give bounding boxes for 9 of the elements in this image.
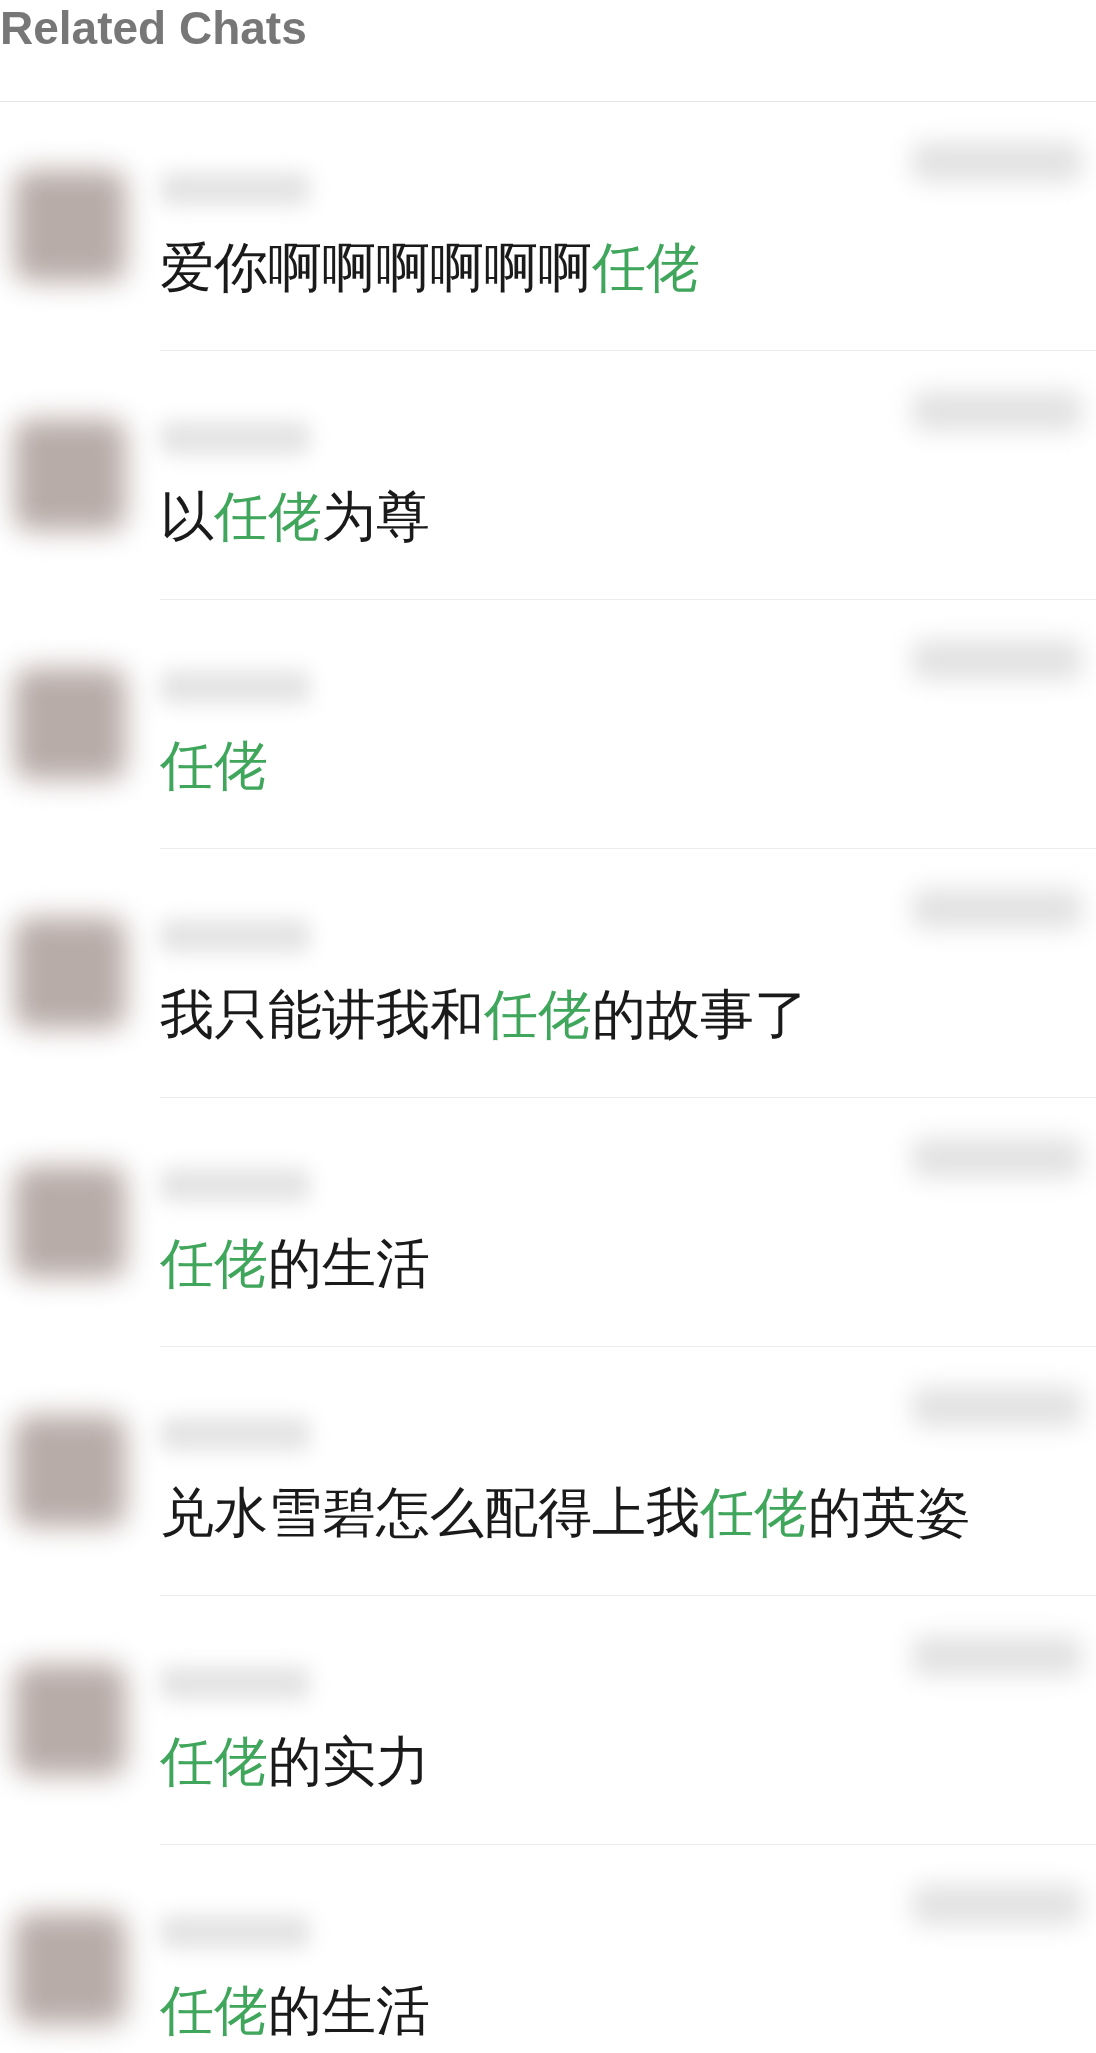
message-text: 兑水雪碧怎么配得上我任佬的英姿 [160, 1480, 971, 1546]
message-text: 任佬 [160, 733, 269, 799]
message-text: 爱你啊啊啊啊啊啊任佬 [160, 235, 701, 301]
message-text: 以任佬为尊 [160, 484, 431, 550]
message-text: 任佬的生活 [160, 1978, 431, 2044]
message-text: 任佬的实力 [160, 1729, 431, 1795]
message-text: 我只能讲我和任佬的故事了 [160, 982, 809, 1048]
section-title: Related Chats [0, 2, 308, 54]
message-text: 任佬的生活 [160, 1231, 431, 1297]
